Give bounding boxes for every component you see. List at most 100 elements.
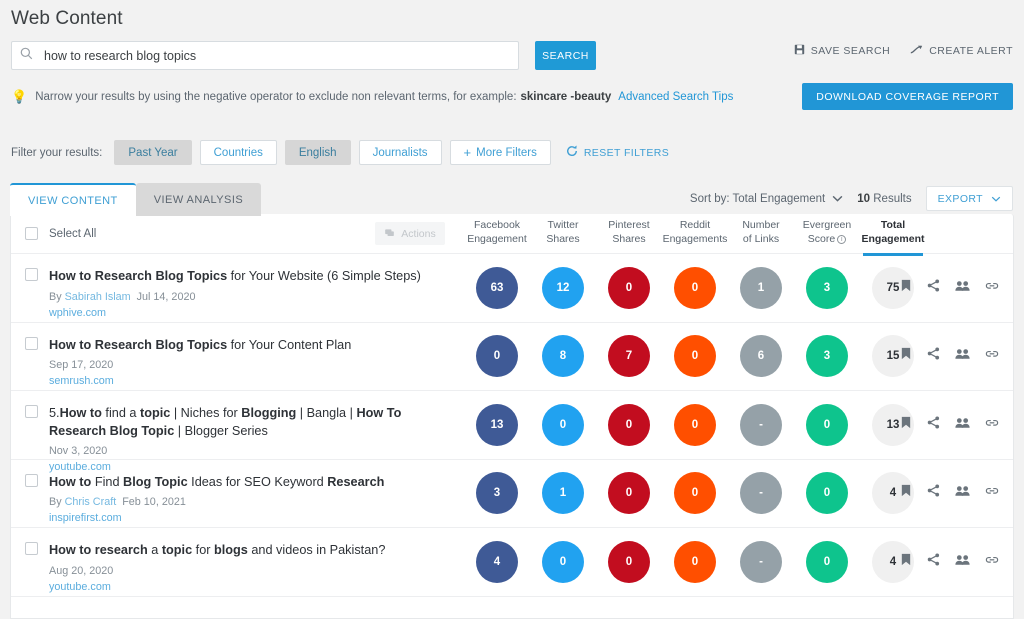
people-icon[interactable] — [955, 553, 970, 571]
column-header-total-engagement[interactable]: Total Engagement — [860, 218, 926, 256]
row-author[interactable]: Sabirah Islam — [65, 291, 131, 303]
share-icon[interactable] — [927, 279, 940, 297]
share-icon[interactable] — [927, 416, 940, 434]
row-checkbox[interactable] — [25, 268, 38, 281]
table-row[interactable]: How to Research Blog Topics for Your Web… — [11, 254, 1013, 323]
filter-chip-countries[interactable]: Countries — [199, 140, 277, 165]
share-icon[interactable] — [927, 553, 940, 571]
row-checkbox[interactable] — [25, 473, 38, 487]
hint-text: Narrow your results by using the negativ… — [35, 91, 517, 103]
metric-cell-links: - — [728, 403, 794, 446]
filter-chip-english[interactable]: English — [284, 140, 351, 165]
select-all-checkbox[interactable] — [25, 227, 38, 240]
metric-cell-links: 1 — [728, 266, 794, 309]
col-line1: Number — [742, 219, 780, 231]
column-header-links: Number of Links — [728, 218, 794, 246]
people-icon[interactable] — [955, 416, 970, 434]
filter-chip-more-filters[interactable]: + More Filters — [449, 140, 551, 165]
chevron-down-icon — [832, 193, 843, 205]
row-actions — [900, 484, 999, 502]
people-icon[interactable] — [955, 347, 970, 365]
metric-bubble-twitter: 0 — [542, 403, 584, 446]
metric-bubble-facebook: 0 — [476, 335, 518, 378]
table-row[interactable]: How to Find Blog Topic Ideas for SEO Key… — [11, 460, 1013, 528]
metric-bubble-reddit: 0 — [674, 335, 716, 378]
search-box[interactable] — [11, 41, 519, 70]
metric-cell-reddit: 0 — [662, 403, 728, 446]
search-hint: 💡 Narrow your results by using the negat… — [11, 89, 733, 105]
metric-bubble-twitter: 1 — [542, 472, 584, 515]
table-row[interactable]: How to research a topic for blogs and vi… — [11, 528, 1013, 597]
col-line2: Engagement — [467, 233, 527, 245]
export-button[interactable]: EXPORT — [925, 186, 1013, 211]
row-checkbox[interactable] — [25, 542, 38, 555]
save-search-button[interactable]: SAVE SEARCH — [794, 44, 890, 58]
reset-filters-button[interactable]: RESET FILTERS — [566, 145, 669, 160]
search-input[interactable] — [42, 42, 510, 69]
link-icon[interactable] — [985, 279, 999, 297]
row-title[interactable]: How to research a topic for blogs and vi… — [49, 542, 385, 560]
info-icon[interactable]: i — [837, 235, 847, 244]
link-icon[interactable] — [985, 484, 999, 502]
row-source-domain[interactable]: semrush.com — [49, 375, 351, 387]
people-icon[interactable] — [955, 484, 970, 502]
row-body: How to Research Blog Topics for Your Con… — [49, 337, 351, 388]
search-button[interactable]: SEARCH — [535, 41, 596, 70]
link-icon[interactable] — [985, 553, 999, 571]
refresh-icon — [566, 145, 578, 160]
link-icon[interactable] — [985, 347, 999, 365]
row-date: Aug 20, 2020 — [49, 564, 114, 577]
metric-bubble-links: 1 — [740, 266, 782, 309]
row-checkbox[interactable] — [25, 405, 38, 418]
save-search-label: SAVE SEARCH — [810, 45, 891, 57]
row-actions — [900, 347, 999, 365]
bookmark-icon[interactable] — [900, 553, 912, 571]
table-row[interactable]: How to Research Blog Topics for Your Con… — [11, 323, 1013, 391]
sort-by-dropdown[interactable]: Sort by: Total Engagement — [690, 193, 843, 205]
chevron-down-icon — [991, 193, 1001, 205]
row-author[interactable]: Chris Craft — [65, 496, 117, 508]
metric-bubble-pinterest: 0 — [608, 266, 650, 309]
row-source-domain[interactable]: inspirefirst.com — [49, 512, 384, 524]
filter-chip-journalists[interactable]: Journalists — [358, 140, 442, 165]
bookmark-icon[interactable] — [900, 347, 912, 365]
bookmark-icon[interactable] — [900, 484, 912, 502]
metric-bubble-twitter: 0 — [542, 540, 584, 583]
tab-view-content[interactable]: VIEW CONTENT — [10, 183, 136, 216]
metric-bubble-facebook: 63 — [476, 266, 518, 309]
table-toolbar: Sort by: Total Engagement 10 Results EXP… — [690, 186, 1013, 211]
download-coverage-report-button[interactable]: DOWNLOAD COVERAGE REPORT — [802, 83, 1013, 110]
row-title[interactable]: 5.How to find a topic | Niches for Blogg… — [49, 405, 439, 440]
metric-cell-evergreen: 3 — [794, 266, 860, 309]
row-date: Nov 3, 2020 — [49, 445, 108, 457]
bookmark-icon[interactable] — [900, 416, 912, 434]
share-icon[interactable] — [927, 484, 940, 502]
col-line1: Pinterest — [608, 219, 650, 231]
row-date: Jul 14, 2020 — [136, 290, 196, 303]
actions-button[interactable]: Actions — [375, 222, 445, 245]
metric-cell-evergreen: 0 — [794, 540, 860, 583]
row-title[interactable]: How to Find Blog Topic Ideas for SEO Key… — [49, 474, 384, 492]
create-alert-button[interactable]: CREATE ALERT — [910, 44, 1013, 58]
advanced-search-tips-link[interactable]: Advanced Search Tips — [618, 91, 733, 103]
row-actions — [900, 279, 999, 297]
link-icon[interactable] — [985, 416, 999, 434]
people-icon[interactable] — [955, 279, 970, 297]
row-checkbox[interactable] — [25, 336, 38, 350]
row-source-domain[interactable]: youtube.com — [49, 581, 385, 593]
metric-bubble-evergreen: 0 — [806, 472, 848, 515]
row-title[interactable]: How to Research Blog Topics for Your Con… — [49, 337, 351, 355]
metric-bubble-facebook: 3 — [476, 472, 518, 515]
row-source-domain[interactable]: wphive.com — [49, 307, 421, 319]
share-icon[interactable] — [927, 347, 940, 365]
results-label: Results — [873, 192, 912, 205]
bookmark-icon[interactable] — [900, 279, 912, 297]
row-left: How to Research Blog Topics for Your Con… — [25, 336, 351, 388]
content-panel: Select All Actions Facebook Engagement T… — [10, 214, 1014, 619]
metric-cell-reddit: 0 — [662, 472, 728, 515]
select-all-label: Select All — [49, 227, 97, 240]
filter-chip-past-year[interactable]: Past Year — [114, 140, 192, 165]
row-title[interactable]: How to Research Blog Topics for Your Web… — [49, 268, 421, 286]
tab-view-analysis[interactable]: VIEW ANALYSIS — [135, 183, 262, 216]
table-row[interactable]: 5.How to find a topic | Niches for Blogg… — [11, 391, 1013, 473]
